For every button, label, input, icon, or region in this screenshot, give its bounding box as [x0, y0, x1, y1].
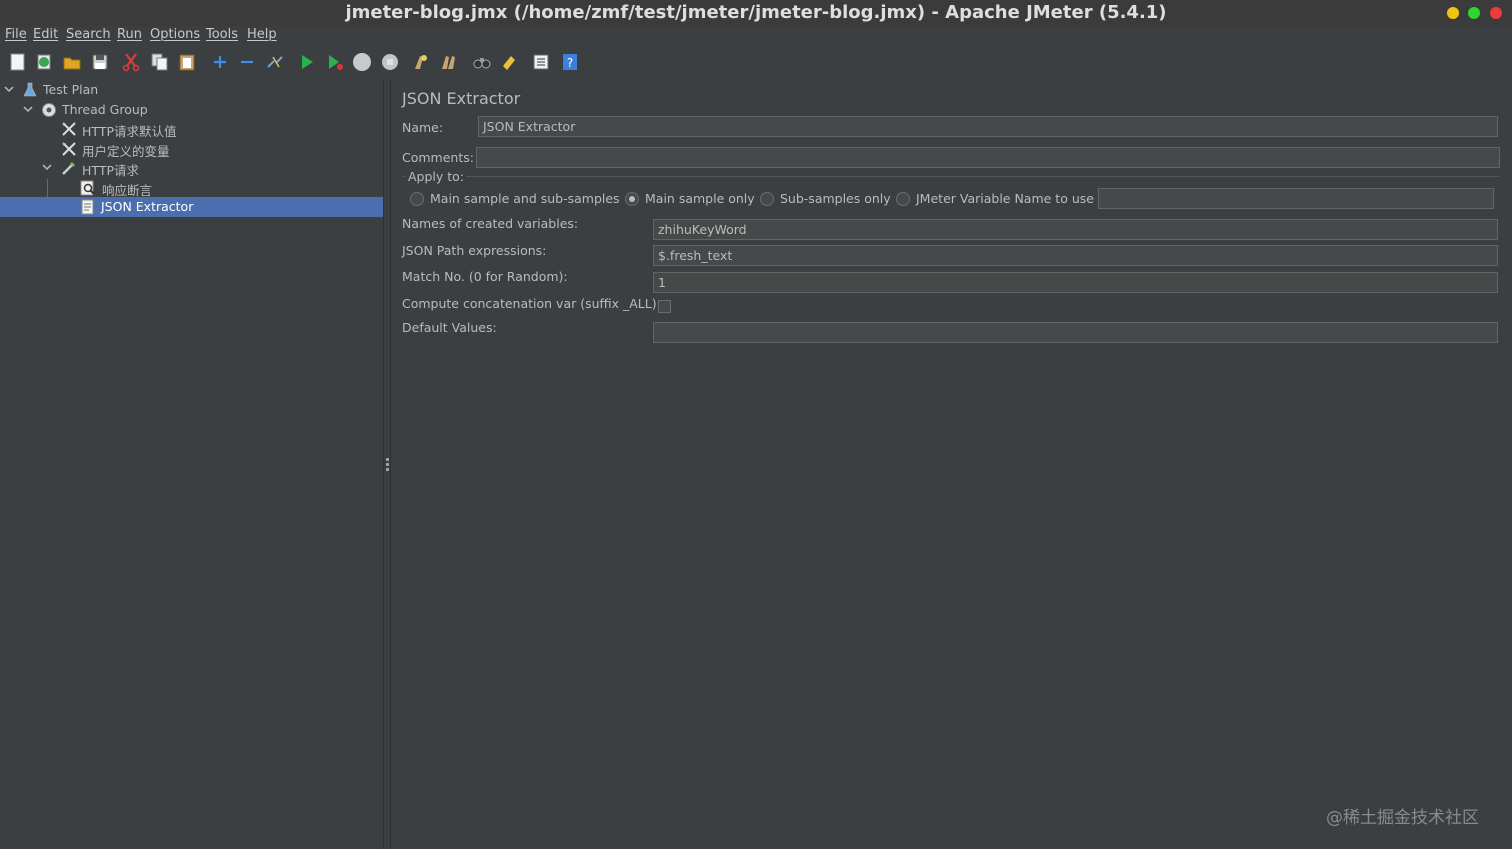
apply-to-label: Apply to:	[408, 169, 465, 184]
post-processor-icon	[81, 199, 94, 215]
minimize-window-button[interactable]	[1447, 7, 1459, 19]
search-icon[interactable]	[472, 52, 492, 72]
menu-options[interactable]: Options	[150, 27, 200, 42]
apply-main-only-radio[interactable]	[625, 192, 639, 206]
config-element-icon	[62, 122, 76, 136]
tree-item-http-defaults[interactable]: HTTP请求默认值	[0, 119, 383, 139]
match-number-label: Match No. (0 for Random):	[402, 269, 568, 284]
new-icon[interactable]	[8, 52, 28, 72]
apply-option-label: Main sample only	[645, 191, 755, 206]
tree-item-user-variables[interactable]: 用户定义的变量	[0, 139, 383, 159]
menu-run[interactable]: Run	[117, 27, 142, 42]
group-border	[466, 176, 1500, 177]
tree-item-label: HTTP请求	[82, 163, 139, 178]
tree-item-json-extractor[interactable]: JSON Extractor	[0, 197, 383, 217]
jmeter-variable-name-field[interactable]	[1098, 188, 1494, 209]
expand-icon[interactable]	[210, 52, 230, 72]
test-plan-tree: Test Plan Thread Group HTTP请求默认值 用户定义的变量…	[0, 80, 383, 849]
maximize-window-button[interactable]	[1468, 7, 1480, 19]
apply-option-label: JMeter Variable Name to use	[916, 191, 1094, 206]
tree-item-label: JSON Extractor	[101, 199, 194, 214]
json-path-label: JSON Path expressions:	[402, 243, 547, 258]
apply-main-and-sub-radio[interactable]	[410, 192, 424, 206]
json-path-field[interactable]: $.fresh_text	[653, 245, 1498, 266]
tree-item-label: Test Plan	[43, 82, 99, 97]
start-no-pauses-icon[interactable]	[325, 52, 345, 72]
name-field[interactable]: JSON Extractor	[478, 116, 1498, 137]
name-label: Name:	[402, 120, 444, 135]
shutdown-icon[interactable]	[380, 52, 400, 72]
cut-icon[interactable]	[121, 52, 141, 72]
templates-icon[interactable]	[34, 52, 54, 72]
tree-item-label: Thread Group	[62, 102, 148, 117]
apply-sub-only-radio[interactable]	[760, 192, 774, 206]
panel-title: JSON Extractor	[402, 89, 521, 108]
match-number-field[interactable]: 1	[653, 272, 1498, 293]
divider-grip	[386, 463, 389, 466]
stop-icon[interactable]	[352, 52, 372, 72]
tree-item-thread-group[interactable]: Thread Group	[0, 100, 383, 120]
tree-item-label: HTTP请求默认值	[82, 124, 177, 139]
paste-icon[interactable]	[177, 52, 197, 72]
tree-item-response-assertion[interactable]: 响应断言	[0, 178, 383, 198]
start-icon[interactable]	[297, 52, 317, 72]
concatenation-label: Compute concatenation var (suffix _ALL):	[402, 296, 661, 311]
clear-all-icon[interactable]	[439, 52, 459, 72]
variable-names-field[interactable]: zhihuKeyWord	[653, 219, 1498, 240]
svg-text:?: ?	[567, 56, 573, 70]
chevron-down-icon[interactable]	[23, 104, 33, 114]
collapse-icon[interactable]	[237, 52, 257, 72]
chevron-down-icon[interactable]	[42, 162, 52, 172]
menu-file[interactable]: File	[5, 27, 27, 42]
toolbar: ?	[0, 47, 1512, 79]
default-values-field[interactable]	[653, 322, 1498, 343]
toggle-icon[interactable]	[265, 52, 285, 72]
help-icon[interactable]: ?	[560, 52, 580, 72]
group-border	[402, 176, 406, 177]
copy-icon[interactable]	[150, 52, 170, 72]
divider-grip	[386, 458, 389, 461]
menu-tools[interactable]: Tools	[206, 27, 238, 42]
reset-search-icon[interactable]	[499, 52, 519, 72]
test-plan-icon	[23, 82, 37, 97]
menu-bar: File Edit Search Run Options Tools Help	[0, 26, 1512, 46]
clear-icon[interactable]	[411, 52, 431, 72]
apply-option-label: Sub-samples only	[780, 191, 891, 206]
chevron-down-icon[interactable]	[4, 84, 14, 94]
divider-grip	[386, 468, 389, 471]
tree-item-http-request[interactable]: HTTP请求	[0, 158, 383, 178]
window-title: jmeter-blog.jmx (/home/zmf/test/jmeter/j…	[345, 2, 1167, 23]
thread-group-icon	[42, 103, 56, 117]
close-window-button[interactable]	[1490, 7, 1502, 19]
watermark-text: @稀土掘金技术社区	[1326, 808, 1479, 828]
sampler-icon	[62, 162, 75, 175]
save-icon[interactable]	[90, 52, 110, 72]
menu-edit[interactable]: Edit	[33, 27, 58, 42]
concatenation-checkbox[interactable]	[658, 300, 671, 313]
json-extractor-panel: JSON Extractor Name: JSON Extractor Comm…	[392, 80, 1512, 849]
tree-item-test-plan[interactable]: Test Plan	[0, 80, 383, 100]
apply-jmeter-variable-radio[interactable]	[896, 192, 910, 206]
comments-label: Comments:	[402, 150, 474, 165]
assertion-icon	[80, 180, 95, 196]
function-helper-icon[interactable]	[531, 52, 551, 72]
default-values-label: Default Values:	[402, 320, 497, 335]
open-icon[interactable]	[62, 52, 82, 72]
menu-search[interactable]: Search	[66, 27, 111, 42]
variable-names-label: Names of created variables:	[402, 216, 579, 231]
apply-option-label: Main sample and sub-samples	[430, 191, 620, 206]
comments-field[interactable]	[476, 147, 1500, 168]
config-element-icon	[62, 142, 76, 156]
window-title-bar: jmeter-blog.jmx (/home/zmf/test/jmeter/j…	[0, 0, 1512, 26]
menu-help[interactable]: Help	[247, 27, 277, 42]
